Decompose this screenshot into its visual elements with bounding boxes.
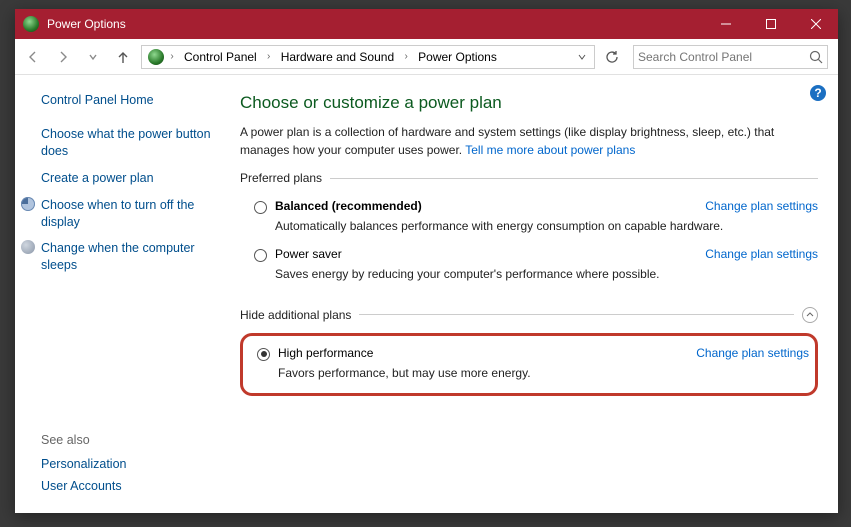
- navbar: › Control Panel › Hardware and Sound › P…: [15, 39, 838, 75]
- radio-power-saver[interactable]: [254, 249, 267, 262]
- minimize-button[interactable]: [703, 9, 748, 39]
- plan-description: Saves energy by reducing your computer's…: [275, 266, 818, 283]
- change-settings-link[interactable]: Change plan settings: [705, 199, 818, 213]
- close-button[interactable]: [793, 9, 838, 39]
- section-label: Hide additional plans: [240, 308, 351, 322]
- sidebar-item-display-off[interactable]: Choose when to turn off the display: [21, 194, 230, 234]
- main-panel: ? Choose or customize a power plan A pow…: [230, 75, 838, 513]
- window: Power Options › Control Panel › Hardware…: [15, 9, 838, 513]
- plan-balanced[interactable]: Balanced (recommended) Change plan setti…: [240, 195, 818, 243]
- change-settings-link[interactable]: Change plan settings: [705, 247, 818, 261]
- chevron-right-icon: ›: [166, 51, 178, 62]
- plan-high-performance[interactable]: High performance Change plan settings Fa…: [249, 342, 809, 386]
- breadcrumb-item[interactable]: Control Panel: [180, 50, 261, 64]
- section-label: Preferred plans: [240, 171, 322, 185]
- plan-name: Power saver: [275, 247, 342, 261]
- clock-icon: [21, 197, 35, 211]
- divider: [359, 314, 794, 315]
- breadcrumb-dropdown[interactable]: [574, 52, 590, 62]
- breadcrumb[interactable]: › Control Panel › Hardware and Sound › P…: [141, 45, 595, 69]
- power-icon: [148, 49, 164, 65]
- up-button[interactable]: [111, 45, 135, 69]
- divider: [330, 178, 818, 179]
- see-also: See also Personalization User Accounts: [41, 433, 126, 501]
- help-icon[interactable]: ?: [810, 85, 826, 101]
- app-icon: [23, 16, 39, 32]
- sidebar-item-label: Choose when to turn off the display: [41, 197, 230, 231]
- chevron-right-icon: ›: [263, 51, 275, 62]
- additional-plans-heading[interactable]: Hide additional plans: [240, 307, 818, 323]
- maximize-button[interactable]: [748, 9, 793, 39]
- moon-icon: [21, 240, 35, 254]
- page-description: A power plan is a collection of hardware…: [240, 123, 818, 159]
- see-also-personalization[interactable]: Personalization: [41, 457, 126, 471]
- breadcrumb-item[interactable]: Power Options: [414, 50, 501, 64]
- refresh-button[interactable]: [601, 50, 623, 64]
- plan-name: Balanced (recommended): [275, 199, 422, 213]
- chevron-right-icon: ›: [400, 51, 412, 62]
- plan-power-saver[interactable]: Power saver Change plan settings Saves e…: [240, 243, 818, 291]
- plan-description: Favors performance, but may use more ene…: [278, 365, 809, 382]
- page-title: Choose or customize a power plan: [240, 93, 818, 113]
- sidebar-item-label: Choose what the power button does: [41, 126, 230, 160]
- radio-high-performance[interactable]: [257, 348, 270, 361]
- see-also-heading: See also: [41, 433, 126, 447]
- content: Control Panel Home Choose what the power…: [15, 75, 838, 513]
- highlighted-plan: High performance Change plan settings Fa…: [240, 333, 818, 397]
- sidebar-home-link[interactable]: Control Panel Home: [41, 93, 230, 123]
- sidebar-item-create-plan[interactable]: Create a power plan: [41, 167, 230, 190]
- search-input[interactable]: [638, 50, 803, 64]
- sidebar-item-label: Create a power plan: [41, 170, 154, 187]
- preferred-plans-heading: Preferred plans: [240, 171, 818, 185]
- titlebar[interactable]: Power Options: [15, 9, 838, 39]
- back-button[interactable]: [21, 45, 45, 69]
- change-settings-link[interactable]: Change plan settings: [696, 346, 809, 360]
- window-title: Power Options: [47, 17, 703, 31]
- plan-name: High performance: [278, 346, 373, 360]
- search-box[interactable]: [633, 45, 828, 69]
- plan-description: Automatically balances performance with …: [275, 218, 818, 235]
- learn-more-link[interactable]: Tell me more about power plans: [465, 143, 635, 157]
- sidebar-item-power-button[interactable]: Choose what the power button does: [41, 123, 230, 163]
- forward-button[interactable]: [51, 45, 75, 69]
- sidebar-item-label: Change when the computer sleeps: [41, 240, 230, 274]
- sidebar-item-sleep[interactable]: Change when the computer sleeps: [21, 237, 230, 277]
- recent-dropdown[interactable]: [81, 45, 105, 69]
- see-also-user-accounts[interactable]: User Accounts: [41, 479, 126, 493]
- search-icon: [809, 50, 823, 64]
- breadcrumb-item[interactable]: Hardware and Sound: [277, 50, 398, 64]
- radio-balanced[interactable]: [254, 201, 267, 214]
- collapse-button[interactable]: [802, 307, 818, 323]
- sidebar: Control Panel Home Choose what the power…: [15, 75, 230, 513]
